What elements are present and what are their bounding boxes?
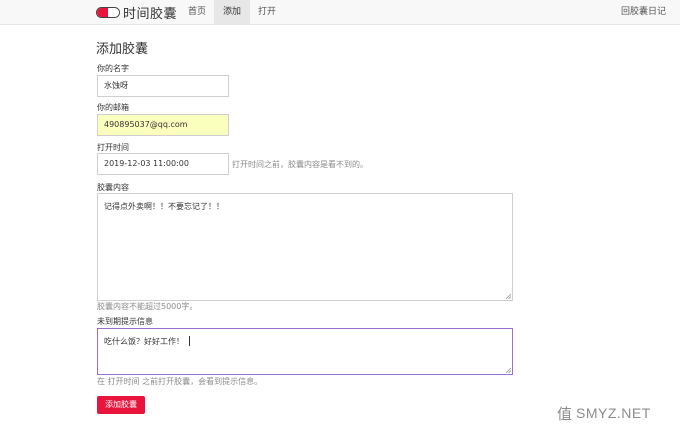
watermark-logo-icon: 值 — [557, 405, 572, 422]
svg-text:值: 值 — [557, 405, 572, 422]
early-message-label: 未到期提示信息 — [97, 317, 153, 326]
brand-name: 时间胶囊 — [123, 6, 178, 22]
resize-handle-icon[interactable] — [505, 293, 511, 299]
early-message-text: 吃什么饭？好好工作！ — [104, 337, 184, 346]
nav-link-capsule-diary[interactable]: 回胶囊日记 — [621, 0, 666, 24]
early-message-textarea[interactable]: 吃什么饭？好好工作！ — [97, 328, 513, 375]
resize-handle-icon[interactable] — [505, 367, 511, 373]
open-time-input[interactable]: 2019-12-03 11:00:00 — [97, 153, 229, 175]
email-input[interactable]: 490895037@qq.com — [97, 114, 229, 136]
nav-item-home[interactable]: 首页 — [180, 0, 214, 24]
text-caret — [189, 336, 190, 346]
add-capsule-button[interactable]: 添加胶囊 — [97, 396, 145, 414]
watermark-text: SMYZ.NET — [576, 405, 651, 421]
name-label: 你的名字 — [97, 64, 129, 73]
nav-item-add[interactable]: 添加 — [214, 0, 250, 24]
early-message-help: 在 打开时间 之前打开胶囊，会看到提示信息。 — [97, 377, 263, 386]
email-label: 你的邮箱 — [97, 103, 129, 112]
content-help: 胶囊内容不能超过5000字。 — [97, 302, 198, 311]
open-time-label: 打开时间 — [97, 143, 129, 152]
watermark: 值 SMYZ.NET — [556, 404, 651, 422]
capsule-pill-icon — [96, 6, 120, 18]
content-textarea[interactable]: 记得点外卖啊！！不要忘记了！！ — [97, 193, 513, 301]
navbar: 时间胶囊 首页 添加 打开 回胶囊日记 — [0, 0, 680, 25]
brand-logo[interactable]: 时间胶囊 — [96, 3, 178, 22]
open-time-help: 打开时间之前，胶囊内容是看不到的。 — [232, 160, 368, 169]
name-input[interactable]: 水蚀呀 — [97, 75, 229, 97]
content-label: 胶囊内容 — [97, 183, 129, 192]
content-text: 记得点外卖啊！！不要忘记了！！ — [104, 202, 224, 211]
nav-item-open[interactable]: 打开 — [250, 0, 284, 24]
page-title: 添加胶囊 — [96, 42, 149, 57]
